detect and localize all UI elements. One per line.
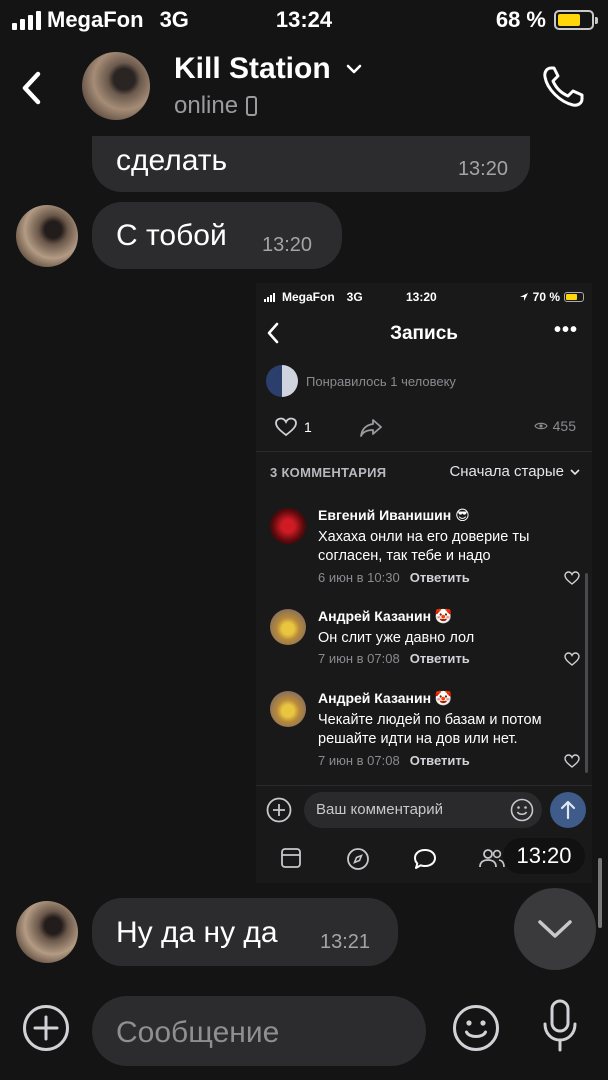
comment-input-bar: Ваш комментарий <box>256 785 592 835</box>
scroll-to-bottom-button[interactable] <box>514 888 596 970</box>
clock: 13:20 <box>406 290 437 304</box>
like-count: 1 <box>304 419 312 435</box>
comment-text: Он слит уже давно лол <box>318 630 475 646</box>
mobile-device-icon <box>246 96 258 116</box>
message-time: 13:20 <box>262 234 313 256</box>
commenter-avatar <box>270 609 306 645</box>
sort-dropdown: Сначала старые <box>449 463 580 480</box>
scroll-indicator[interactable] <box>598 858 602 928</box>
message-bubble[interactable]: Ну да ну да 13:21 <box>92 898 398 966</box>
comment-item: Андрей Казанин 🤡 Он слит уже давно лол 7… <box>270 608 580 669</box>
message-time: 13:20 <box>457 158 508 180</box>
location-arrow-icon <box>519 293 528 301</box>
back-icon[interactable] <box>18 68 48 108</box>
views-value: 455 <box>552 418 576 434</box>
comment-item: Андрей Казанин 🤡 Чекайте людей по базам … <box>270 690 580 771</box>
message-text: Ну да ну да <box>116 916 278 949</box>
phone-call-icon[interactable] <box>540 64 586 110</box>
message-input-bar: Сообщение <box>0 990 608 1080</box>
liker-avatar <box>266 365 298 397</box>
message-input[interactable]: Сообщение <box>92 996 426 1066</box>
news-tab-icon <box>281 848 301 868</box>
contact-name: Kill Station <box>174 52 331 85</box>
liked-by-text: Понравилось 1 человеку <box>306 373 456 389</box>
commenter-name: Евгений Иванишин 😎 <box>318 507 470 523</box>
message-bubble[interactable]: С тобой 13:20 <box>92 202 342 269</box>
like-button: 1 <box>274 417 312 437</box>
comment-item: Евгений Иванишин 😎 Хахаха онли на его до… <box>270 507 580 588</box>
post-actions: 1 455 <box>256 413 592 443</box>
reply-link: Ответить <box>409 753 470 768</box>
comments-count: 3 КОММЕНТАРИЯ <box>270 465 387 480</box>
heart-icon <box>564 652 580 666</box>
commenter-name: Андрей Казанин 🤡 <box>318 690 453 706</box>
battery-icon <box>554 10 598 30</box>
battery-icon <box>564 292 584 302</box>
signal-icon <box>264 292 275 302</box>
reply-link: Ответить <box>409 651 470 666</box>
reply-link: Ответить <box>409 570 470 585</box>
chevron-down-icon <box>570 468 580 475</box>
chevron-down-icon <box>538 920 572 938</box>
message-text: сделать <box>116 144 228 177</box>
screenshot-status-bar: MegaFon 3G 13:20 70 % <box>256 288 592 308</box>
more-icon: ••• <box>553 319 578 341</box>
post-navbar: Запись ••• <box>256 313 592 353</box>
battery-percent: 70 % <box>532 290 560 304</box>
comment-meta: 7 июн в 07:08 Ответить <box>318 651 470 666</box>
comment-date: 6 июн в 10:30 <box>318 570 400 585</box>
heart-icon <box>564 571 580 585</box>
microphone-icon[interactable] <box>542 998 578 1056</box>
sender-avatar[interactable] <box>16 205 78 267</box>
attachment-time: 13:20 <box>503 838 585 874</box>
sender-avatar[interactable] <box>16 901 78 963</box>
presence-label: online <box>174 92 239 119</box>
post-title: Запись <box>390 323 458 344</box>
presence-status: online <box>174 92 258 120</box>
likes-summary: Понравилось 1 человеку <box>266 365 456 397</box>
message-bubble[interactable]: сделать 13:20 <box>92 136 530 192</box>
divider <box>256 451 592 452</box>
battery-percent: 68 % <box>495 7 546 32</box>
compass-icon <box>347 848 369 870</box>
carrier-label: MegaFon <box>282 290 335 304</box>
message-text: С тобой <box>116 219 227 252</box>
eye-icon <box>533 422 548 430</box>
scrollbar <box>585 573 588 773</box>
attach-plus-icon[interactable] <box>22 1004 70 1052</box>
comment-meta: 6 июн в 10:30 Ответить <box>318 570 470 585</box>
comment-date: 7 июн в 07:08 <box>318 753 400 768</box>
commenter-avatar <box>270 508 306 544</box>
status-bar: MegaFon 3G 13:24 68 % <box>0 0 608 40</box>
contact-name-button[interactable]: Kill Station <box>174 52 363 86</box>
chevron-down-icon <box>346 64 361 74</box>
emoji-icon[interactable] <box>452 1004 500 1052</box>
messages-tab-icon <box>414 849 436 869</box>
comment-meta: 7 июн в 07:08 Ответить <box>318 753 470 768</box>
comment-text: Хахаха онли на его доверие ты согласен, … <box>318 529 530 564</box>
sort-label: Сначала старые <box>449 463 564 480</box>
views-count: 455 <box>533 418 576 434</box>
send-icon <box>550 792 586 828</box>
contact-avatar[interactable] <box>82 52 150 120</box>
commenter-name: Андрей Казанин 🤡 <box>318 608 453 624</box>
network-label: 3G <box>346 290 363 304</box>
comments-header: 3 КОММЕНТАРИЯ Сначала старые <box>270 463 580 483</box>
commenter-avatar <box>270 691 306 727</box>
friends-tab-icon <box>479 849 505 868</box>
plus-circle-icon <box>266 797 292 823</box>
chat-header: Kill Station online <box>0 40 608 136</box>
emoji-icon <box>510 798 534 822</box>
image-attachment[interactable]: MegaFon 3G 13:20 70 % Запись ••• Понрави… <box>256 283 592 883</box>
share-icon <box>360 419 382 437</box>
heart-icon <box>564 754 580 768</box>
message-time: 13:21 <box>320 931 371 953</box>
comment-date: 7 июн в 07:08 <box>318 651 400 666</box>
comment-text: Чекайте людей по базам и потом решайте и… <box>318 712 542 747</box>
comment-field: Ваш комментарий <box>304 792 542 828</box>
heart-icon <box>275 417 297 437</box>
